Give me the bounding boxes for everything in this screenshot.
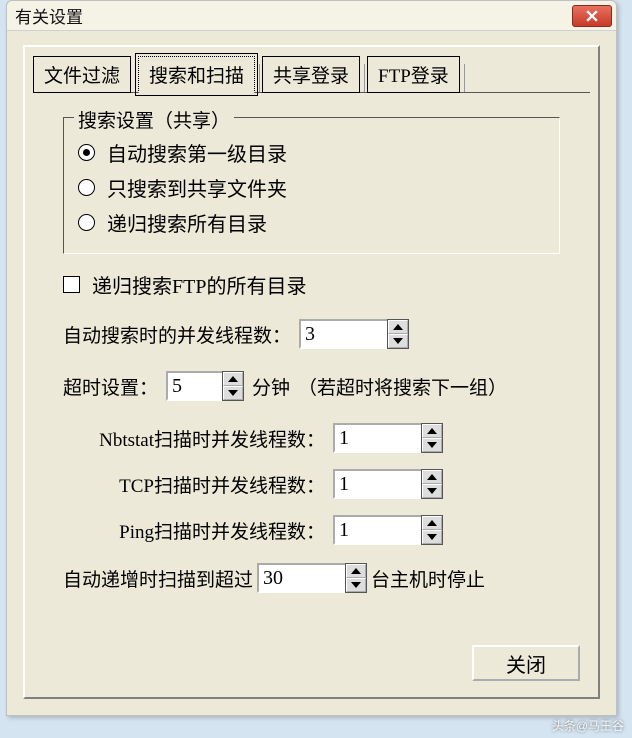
close-button[interactable]: 关闭 [472,645,580,681]
close-icon[interactable] [572,5,612,27]
radio-label: 只搜索到共享文件夹 [107,173,287,202]
spin-up-icon[interactable] [388,320,408,334]
tab-separator [464,64,465,92]
radio-label: 自动搜索第一级目录 [107,138,287,167]
radio-only-share-folder[interactable] [78,179,95,196]
search-threads-input[interactable] [299,319,387,349]
nbtstat-threads-input[interactable] [333,423,421,453]
tab-strip: 文件过滤 搜索和扫描 共享登录 FTP登录 [25,47,598,92]
timeout-input[interactable] [166,371,222,401]
nbtstat-threads-label: Nbtstat扫描时并发线程数： [63,425,333,452]
ping-threads-label: Ping扫描时并发线程数： [63,517,333,544]
search-threads-label: 自动搜索时的并发线程数： [63,321,291,348]
spin-down-icon[interactable] [388,334,408,348]
radio-recursive-all[interactable] [78,214,95,231]
group-title: 搜索设置（共享） [74,106,234,133]
checkbox-ftp-recursive[interactable] [63,276,80,293]
search-settings-group: 搜索设置（共享） 自动搜索第一级目录 只搜索到共享文件夹 递归搜索所有目录 [63,117,560,254]
spin-up-icon[interactable] [346,564,366,578]
dialog-body: 文件过滤 搜索和扫描 共享登录 FTP登录 搜索设置（共享） 自动搜索第一级目录… [23,45,600,699]
nbtstat-threads-spinner[interactable] [333,423,443,453]
tab-separator [259,64,260,92]
ping-threads-spinner[interactable] [333,515,443,545]
spin-down-icon[interactable] [422,438,442,452]
autostop-prefix: 自动递增时扫描到超过 [63,565,253,592]
spin-down-icon[interactable] [422,484,442,498]
search-threads-spinner[interactable] [299,319,409,349]
spin-up-icon[interactable] [422,516,442,530]
autostop-spinner[interactable] [257,563,367,593]
tcp-threads-spinner[interactable] [333,469,443,499]
spin-up-icon[interactable] [422,470,442,484]
spin-up-icon[interactable] [223,372,243,386]
autostop-suffix: 台主机时停止 [371,565,485,592]
tab-ftp-login[interactable]: FTP登录 [367,56,460,93]
spin-down-icon[interactable] [223,386,243,400]
timeout-hint: （若超时将搜索下一组） [298,373,507,400]
ping-threads-input[interactable] [333,515,421,545]
spin-down-icon[interactable] [346,578,366,592]
timeout-spinner[interactable] [166,371,244,401]
tcp-threads-input[interactable] [333,469,421,499]
spin-down-icon[interactable] [422,530,442,544]
tab-file-filter[interactable]: 文件过滤 [33,56,131,93]
settings-window: 有关设置 文件过滤 搜索和扫描 共享登录 FTP登录 搜索设置（共享） 自动搜索… [6,0,617,716]
tab-separator [135,64,136,92]
spin-up-icon[interactable] [422,424,442,438]
tab-search-scan[interactable]: 搜索和扫描 [138,56,255,93]
autostop-input[interactable] [257,563,345,593]
radio-label: 递归搜索所有目录 [107,208,267,237]
tab-share-login[interactable]: 共享登录 [262,56,360,93]
titlebar[interactable]: 有关设置 [7,1,616,31]
tab-separator [364,64,365,92]
window-title: 有关设置 [15,3,83,28]
tcp-threads-label: TCP扫描时并发线程数： [63,471,333,498]
timeout-unit: 分钟 [252,373,290,400]
timeout-label: 超时设置： [63,373,158,400]
watermark: 头条@马王谷 [552,717,624,734]
checkbox-label: 递归搜索FTP的所有目录 [92,270,306,299]
tab-panel-search-scan: 搜索设置（共享） 自动搜索第一级目录 只搜索到共享文件夹 递归搜索所有目录 [33,92,590,593]
radio-auto-first-level[interactable] [78,144,95,161]
